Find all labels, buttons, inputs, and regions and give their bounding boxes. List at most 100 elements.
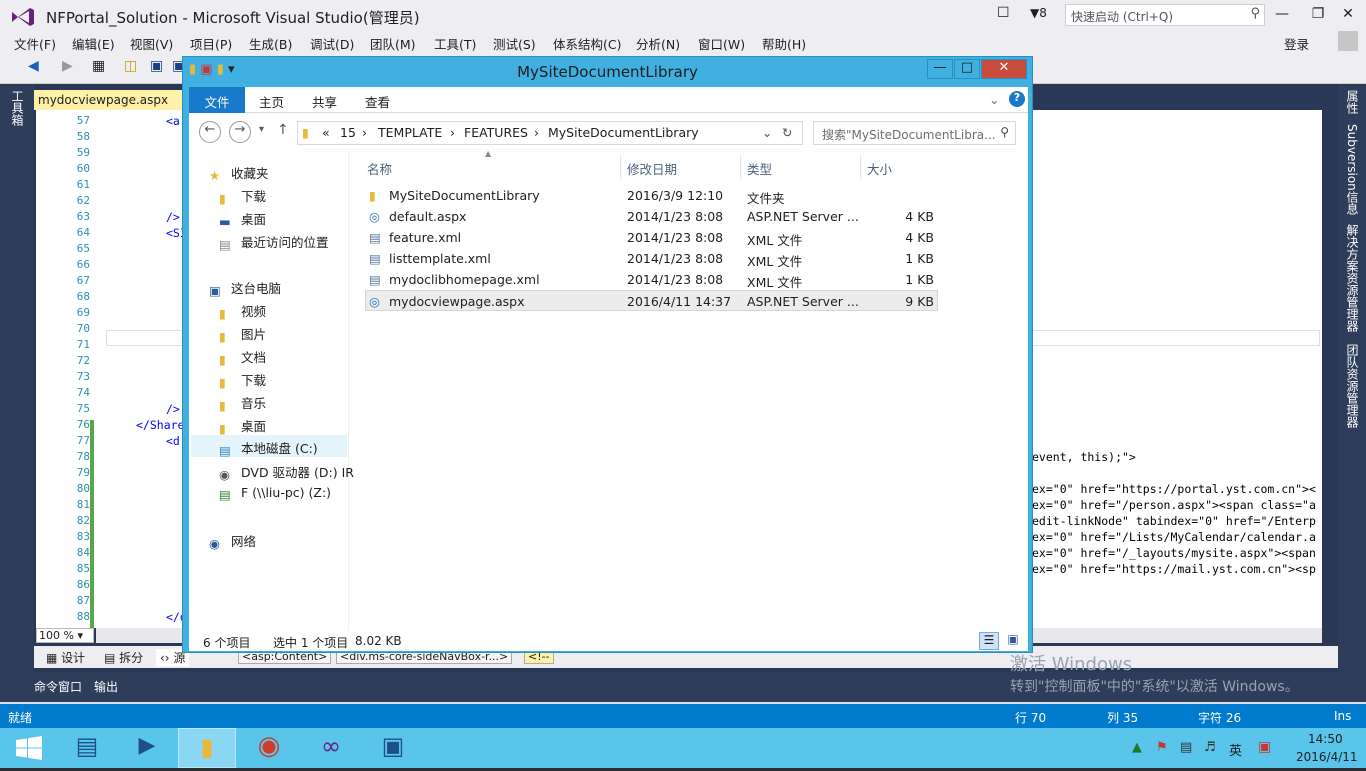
file-explorer-taskbar-icon[interactable]: ▮ [178, 728, 236, 768]
menu-edit[interactable]: 编辑(E) [72, 34, 115, 53]
tree-item-music[interactable]: ▮ 音乐 [219, 393, 266, 413]
output-tab[interactable]: 输出 [94, 678, 118, 695]
menu-window[interactable]: 窗口(W) [698, 34, 745, 53]
address-segment[interactable]: TEMPLATE [378, 125, 442, 140]
menu-analyze[interactable]: 分析(N) [636, 34, 680, 53]
split-view-tab[interactable]: ▤ 拆分 [104, 649, 143, 666]
solution-explorer-tab[interactable]: 解决方案资源管理器 [1344, 224, 1361, 332]
notifications-icon[interactable]: ☐ [997, 5, 1010, 21]
quick-launch-input[interactable]: 快速启动 (Ctrl+Q) ⚲ [1065, 4, 1265, 26]
column-header-name[interactable]: 名称 [361, 155, 621, 179]
tree-item-pictures[interactable]: ▮ 图片 [219, 324, 266, 344]
new-project-icon[interactable]: ▦ [92, 58, 105, 74]
file-row[interactable]: ▤ feature.xml 2014/1/23 8:08 XML 文件 4 KB [365, 227, 938, 248]
properties-tab[interactable]: 属性 [1344, 90, 1361, 114]
chrome-icon[interactable]: ◉ [240, 728, 298, 768]
tray-network-icon[interactable]: ▲ [1132, 740, 1142, 755]
menu-view[interactable]: 视图(V) [130, 34, 173, 53]
command-window-tab[interactable]: 命令窗口 [34, 678, 82, 695]
address-bar[interactable]: ▮ « 15 › TEMPLATE › FEATURES › MySiteDoc… [297, 121, 803, 145]
server-manager-icon[interactable]: ▤ [58, 728, 116, 768]
menu-file[interactable]: 文件(F) [14, 34, 56, 53]
tray-app-icon[interactable]: ▣ [1258, 739, 1271, 755]
tree-item-network-drive[interactable]: ▤ F (\\liu-pc) (Z:) [219, 485, 331, 505]
subversion-info-tab[interactable]: Subversion信息 [1344, 124, 1361, 215]
menu-build[interactable]: 生成(B) [249, 34, 292, 53]
file-row[interactable]: ◎ default.aspx 2014/1/23 8:08 ASP.NET Se… [365, 206, 938, 227]
menu-debug[interactable]: 调试(D) [310, 34, 354, 53]
address-segment[interactable]: 15 [340, 125, 356, 140]
ime-indicator[interactable]: 英 [1229, 740, 1242, 759]
file-row[interactable]: ▮ MySiteDocumentLibrary 2016/3/9 12:10 文… [365, 185, 938, 206]
toolbox-tab[interactable]: 工具箱 [10, 90, 26, 126]
clock-date[interactable]: 2016/4/11 [1296, 750, 1358, 764]
ribbon-tab-share[interactable]: 共享 [312, 92, 337, 111]
tree-item-desktop[interactable]: ▬ 桌面 [219, 209, 266, 229]
tree-item-local-disk[interactable]: ▤ 本地磁盘 (C:) [191, 435, 347, 458]
menu-help[interactable]: 帮助(H) [762, 34, 806, 53]
help-icon[interactable]: ? [1009, 91, 1025, 107]
tree-favorites[interactable]: ★ 收藏夹 [209, 163, 269, 183]
design-view-tab[interactable]: ▦ 设计 [46, 649, 85, 666]
column-header-date[interactable]: 修改日期 [621, 155, 741, 179]
tree-item-videos[interactable]: ▮ 视频 [219, 301, 266, 321]
column-header-type[interactable]: 类型 [741, 155, 861, 179]
tree-this-pc[interactable]: ▣ 这台电脑 [209, 278, 281, 298]
column-header-size[interactable]: 大小 [861, 155, 939, 179]
recent-locations-icon[interactable]: ▾ [259, 124, 264, 135]
ribbon-expand-icon[interactable]: ⌄ [989, 92, 999, 107]
explorer-minimize-button[interactable]: — [927, 59, 953, 79]
remote-desktop-icon[interactable]: ▣ [364, 728, 422, 768]
explorer-close-button[interactable]: ✕ [981, 59, 1027, 79]
user-avatar-icon[interactable] [1338, 31, 1358, 51]
ribbon-tab-home[interactable]: 主页 [259, 92, 284, 111]
ribbon-tab-view[interactable]: 查看 [365, 92, 390, 111]
file-row[interactable]: ▤ mydoclibhomepage.xml 2014/1/23 8:08 XM… [365, 269, 938, 290]
forward-icon[interactable]: ▶ [62, 58, 73, 74]
tray-volume-icon[interactable]: ♬ [1204, 740, 1216, 755]
powershell-icon[interactable]: ▶ [118, 728, 176, 768]
menu-test[interactable]: 测试(S) [493, 34, 536, 53]
tree-item-recent[interactable]: ▤ 最近访问的位置 [219, 232, 329, 252]
close-button[interactable]: ✕ [1338, 6, 1358, 24]
back-arrow-icon[interactable]: ← [199, 121, 221, 143]
refresh-icon[interactable]: ↻ [782, 125, 792, 140]
address-overflow[interactable]: « [322, 125, 330, 140]
tree-item-documents[interactable]: ▮ 文档 [219, 347, 266, 367]
tree-item-downloads[interactable]: ▮ 下载 [219, 186, 266, 206]
chevron-right-icon[interactable]: › [534, 125, 539, 140]
sign-in-link[interactable]: 登录 [1284, 34, 1309, 53]
tree-item-downloads-pc[interactable]: ▮ 下载 [219, 370, 266, 390]
menu-team[interactable]: 团队(M) [370, 34, 416, 53]
tray-wifi-icon[interactable]: ▤ [1180, 740, 1192, 755]
zoom-select[interactable]: 100 % ▾ [36, 628, 94, 643]
chevron-right-icon[interactable]: › [450, 125, 455, 140]
address-segment[interactable]: FEATURES [464, 125, 528, 140]
document-tab[interactable]: mydocviewpage.aspx [34, 90, 184, 110]
ribbon-tab-file[interactable]: 文件 [189, 87, 245, 113]
large-icons-view-icon[interactable]: ▣ [1003, 632, 1023, 650]
visual-studio-taskbar-icon[interactable]: ∞ [302, 728, 360, 768]
menu-architecture[interactable]: 体系结构(C) [553, 34, 621, 53]
search-input[interactable]: 搜索"MySiteDocumentLibra... ⚲ [813, 121, 1016, 145]
menu-tools[interactable]: 工具(T) [434, 34, 476, 53]
team-explorer-tab[interactable]: 团队资源管理器 [1344, 344, 1361, 428]
minimize-button[interactable]: — [1272, 6, 1292, 24]
tray-flag-icon[interactable]: ⚑ [1156, 740, 1168, 755]
explorer-maximize-button[interactable]: □ [954, 59, 980, 79]
tree-network[interactable]: ◉ 网络 [209, 531, 256, 551]
forward-arrow-icon[interactable]: → [229, 121, 251, 143]
save-icon[interactable]: ▣ [150, 58, 163, 74]
maximize-button[interactable]: ❐ [1308, 6, 1328, 24]
open-file-icon[interactable]: ◫ [124, 58, 137, 74]
file-row-selected[interactable]: ◎ mydocviewpage.aspx 2016/4/11 14:37 ASP… [365, 290, 938, 311]
clock-time[interactable]: 14:50 [1308, 732, 1343, 746]
start-button[interactable] [0, 728, 58, 768]
feedback-filter-icon[interactable]: ▼8 [1030, 6, 1047, 20]
file-row[interactable]: ▤ listtemplate.xml 2014/1/23 8:08 XML 文件… [365, 248, 938, 269]
tree-item-desktop-pc[interactable]: ▮ 桌面 [219, 416, 266, 436]
address-segment[interactable]: MySiteDocumentLibrary [548, 125, 699, 140]
tree-item-dvd-drive[interactable]: ◉ DVD 驱动器 (D:) IR [219, 462, 354, 482]
chevron-right-icon[interactable]: › [362, 125, 367, 140]
up-arrow-icon[interactable]: ↑ [277, 122, 289, 138]
